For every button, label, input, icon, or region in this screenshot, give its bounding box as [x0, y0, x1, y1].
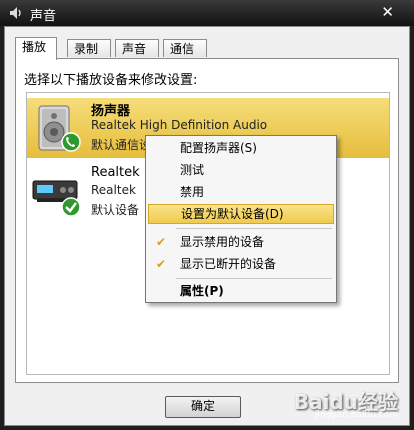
menu-item-label: 显示已断开的设备: [180, 257, 277, 271]
tab-sounds[interactable]: 声音: [115, 39, 159, 57]
instruction-text: 选择以下播放设备来修改设置:: [24, 73, 198, 88]
menu-item-configure-speakers[interactable]: 配置扬声器(S): [148, 138, 334, 158]
ok-button[interactable]: 确定: [165, 396, 241, 418]
checkmark-icon: ✔: [156, 235, 167, 249]
watermark-url: jingyan.baidu.com: [314, 410, 398, 420]
menu-separator: [176, 278, 332, 279]
tab-recording[interactable]: 录制: [67, 39, 111, 57]
sound-app-icon: [10, 7, 21, 19]
menu-item-label: 配置扬声器(S): [180, 141, 257, 155]
context-menu: 配置扬声器(S) 测试 禁用 设置为默认设备(D) ✔ 显示禁用的设备 ✔ 显示…: [145, 135, 337, 303]
menu-item-label: 测试: [180, 163, 205, 177]
watermark: Baidu经验 jingyan.baidu.com: [278, 386, 398, 424]
green-check-icon: [61, 197, 81, 217]
menu-item-label: 显示禁用的设备: [180, 235, 265, 249]
tab-communications[interactable]: 通信: [163, 39, 207, 57]
window-title: 声音: [30, 9, 57, 24]
menu-item-properties[interactable]: 属性(P): [148, 281, 334, 301]
tab-playback[interactable]: 播放: [15, 37, 57, 60]
menu-item-label: 属性(P): [180, 284, 224, 298]
device-status: 默认设备: [91, 203, 140, 217]
menu-separator: [176, 228, 332, 229]
menu-item-set-default[interactable]: 设置为默认设备(D): [148, 204, 334, 224]
title-bar: 声音 ✕: [0, 0, 414, 26]
close-icon[interactable]: ✕: [381, 3, 394, 21]
device-description: Realtek: [91, 183, 136, 197]
checkmark-icon: ✔: [156, 257, 167, 271]
menu-item-test[interactable]: 测试: [148, 160, 334, 180]
menu-item-label: 设置为默认设备(D): [181, 207, 284, 221]
device-name: 扬声器: [91, 104, 131, 119]
phone-check-icon: [61, 132, 81, 152]
menu-item-disable[interactable]: 禁用: [148, 182, 334, 202]
menu-item-show-disconnected[interactable]: ✔ 显示已断开的设备: [148, 254, 334, 274]
device-description: Realtek High Definition Audio: [91, 118, 268, 132]
menu-item-label: 禁用: [180, 185, 205, 199]
device-name: Realtek: [91, 165, 140, 180]
menu-item-show-disabled[interactable]: ✔ 显示禁用的设备: [148, 232, 334, 252]
